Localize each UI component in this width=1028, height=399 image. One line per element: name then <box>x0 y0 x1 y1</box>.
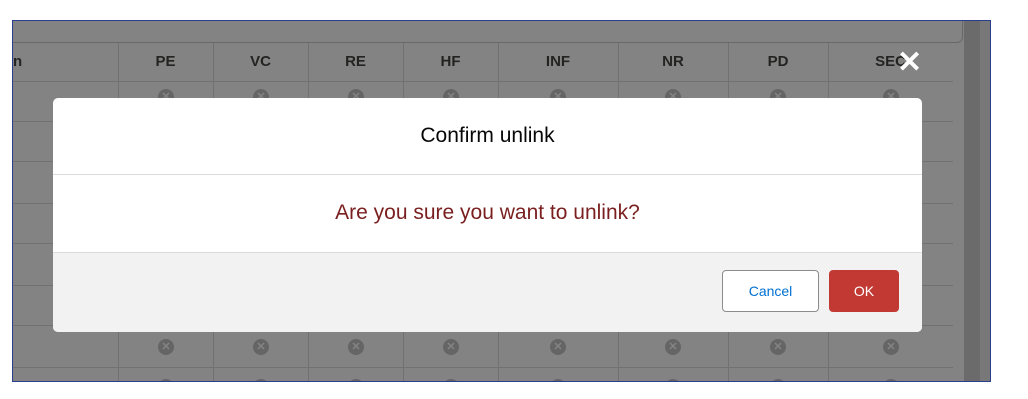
modal-header: Confirm unlink <box>53 98 922 175</box>
modal-message: Are you sure you want to unlink? <box>335 201 640 224</box>
confirm-unlink-dialog: Confirm unlink Are you sure you want to … <box>53 98 922 332</box>
screenshot-frame: n PE VC RE HF INF NR PD SEC <box>12 20 991 382</box>
ok-button[interactable]: OK <box>829 270 899 312</box>
modal-title: Confirm unlink <box>420 124 555 147</box>
modal-footer: Cancel OK <box>53 253 922 332</box>
close-icon[interactable]: ✕ <box>897 48 922 78</box>
cancel-button[interactable]: Cancel <box>722 270 819 312</box>
modal-body: Are you sure you want to unlink? <box>53 175 922 253</box>
